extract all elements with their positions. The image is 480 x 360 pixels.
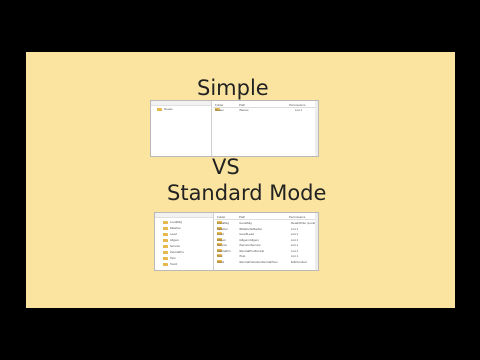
row-path: \Service\Service bbox=[239, 243, 261, 247]
heading-simple: Simple bbox=[197, 76, 269, 100]
tree-item[interactable]: Test bbox=[163, 256, 176, 260]
folder-icon bbox=[163, 220, 168, 224]
folder-icon bbox=[163, 256, 168, 260]
row-path: \Allgem\Allgem bbox=[239, 237, 260, 242]
folder-icon bbox=[163, 238, 168, 242]
pane-divider[interactable] bbox=[211, 101, 212, 156]
folder-icon bbox=[163, 232, 168, 236]
table-row[interactable]: Mitarbei \Mitarbei\Mitarbei List 1 bbox=[215, 226, 318, 231]
column-path[interactable]: Path bbox=[239, 103, 245, 107]
row-permissions: Read/Write (Local) bbox=[291, 221, 316, 225]
row-permissions: List 1 bbox=[291, 248, 299, 253]
tree-item-label: Allgem bbox=[170, 238, 180, 242]
row-path: \ZentralPro\Zentral bbox=[239, 248, 265, 253]
tree-item-label: Service bbox=[170, 244, 181, 248]
row-permissions: Edit/Limited bbox=[291, 259, 307, 264]
tree-item-label: ZentralPro bbox=[170, 250, 185, 254]
simple-mode-screenshot: Neues Folder Path Permissions Neues \Neu… bbox=[150, 100, 319, 157]
column-permissions[interactable]: Permissions bbox=[289, 215, 305, 219]
row-permissions: List 1 bbox=[291, 237, 299, 242]
tree-item[interactable]: ZentralPro bbox=[163, 250, 184, 254]
tree-item-label: LocalMig bbox=[170, 220, 183, 224]
folder-tree-pane: Neues bbox=[151, 101, 211, 156]
tree-item[interactable]: Neues bbox=[157, 107, 173, 111]
row-path: \Test bbox=[239, 254, 246, 258]
row-folder: Neues bbox=[215, 108, 224, 112]
scrollbar[interactable] bbox=[315, 101, 318, 156]
row-folder: Test bbox=[217, 254, 223, 258]
folder-icon bbox=[157, 107, 162, 111]
row-folder: Service bbox=[217, 243, 228, 247]
row-permissions: List 1 bbox=[291, 232, 299, 236]
scrollbar[interactable] bbox=[315, 213, 318, 270]
table-row[interactable]: Lead \Lead\Lead List 1 bbox=[215, 232, 318, 236]
column-header: Folder Path Permissions bbox=[215, 215, 318, 220]
table-row[interactable]: Test \Test List 1 bbox=[215, 254, 318, 258]
tree-toolbar bbox=[155, 213, 213, 218]
standard-mode-screenshot: LocalMig Mitarbei Lead Allgem Service Zentral… bbox=[154, 212, 319, 271]
folder-icon bbox=[163, 250, 168, 254]
tree-item[interactable]: Service bbox=[163, 244, 180, 248]
column-path[interactable]: Path bbox=[239, 215, 245, 219]
column-permissions[interactable]: Permissions bbox=[289, 103, 305, 107]
tree-item-label: Test2 bbox=[170, 262, 178, 266]
column-folder[interactable]: Folder bbox=[215, 103, 224, 107]
folder-icon bbox=[163, 226, 168, 230]
column-folder[interactable]: Folder bbox=[217, 215, 226, 219]
row-path: \Lead\Lead bbox=[239, 232, 255, 236]
row-permissions: List 1 bbox=[291, 243, 299, 247]
tree-toolbar bbox=[151, 101, 211, 106]
details-pane: Folder Path Permissions LocalMig \LocalMi… bbox=[215, 213, 318, 270]
table-row[interactable]: ZentralPro \ZentralPro\Zentral List 1 bbox=[215, 248, 318, 253]
heading-vs: VS bbox=[212, 155, 240, 179]
row-path: \Neues bbox=[239, 108, 249, 112]
row-folder: Test2 bbox=[217, 259, 225, 264]
row-folder: Allgem bbox=[217, 237, 227, 242]
table-row[interactable]: Neues \Neues List 1 bbox=[213, 108, 318, 112]
tree-item-label: Neues bbox=[164, 107, 173, 111]
tree-item[interactable]: Test2 bbox=[163, 262, 177, 266]
row-folder: LocalMig bbox=[217, 221, 230, 225]
row-permissions: List 1 bbox=[295, 108, 303, 112]
table-row[interactable]: Test2 \Zentral\Verteiler\Zentral\Test Edit… bbox=[215, 259, 318, 264]
details-pane: Folder Path Permissions Neues \Neues Lis… bbox=[213, 101, 318, 156]
row-path: \Mitarbei\Mitarbei bbox=[239, 226, 263, 231]
row-permissions: List 1 bbox=[291, 254, 299, 258]
folder-tree-pane: LocalMig Mitarbei Lead Allgem Service Zentral… bbox=[155, 213, 213, 270]
tree-item-label: Mitarbei bbox=[170, 226, 181, 230]
tree-item[interactable]: Allgem bbox=[163, 238, 179, 242]
tree-item-label: Test bbox=[170, 256, 176, 260]
row-permissions: List 1 bbox=[291, 226, 299, 231]
table-row[interactable]: Service \Service\Service List 1 bbox=[215, 243, 318, 247]
table-row[interactable]: Allgem \Allgem\Allgem List 1 bbox=[215, 237, 318, 242]
tree-item[interactable]: Lead bbox=[163, 232, 177, 236]
row-path: \Zentral\Verteiler\Zentral\Test bbox=[239, 259, 278, 264]
folder-icon bbox=[163, 244, 168, 248]
row-folder: ZentralPro bbox=[217, 248, 232, 253]
row-folder: Mitarbei bbox=[217, 226, 228, 231]
row-folder: Lead bbox=[217, 232, 224, 236]
heading-standard-mode: Standard Mode bbox=[167, 181, 327, 205]
pane-divider[interactable] bbox=[213, 213, 214, 270]
tree-item[interactable]: Mitarbei bbox=[163, 226, 181, 230]
row-path: \LocalMig bbox=[239, 221, 252, 225]
tree-item-label: Lead bbox=[170, 232, 177, 236]
table-row[interactable]: LocalMig \LocalMig Read/Write (Local) bbox=[215, 221, 318, 225]
folder-icon bbox=[163, 262, 168, 266]
tree-item[interactable]: LocalMig bbox=[163, 220, 182, 224]
